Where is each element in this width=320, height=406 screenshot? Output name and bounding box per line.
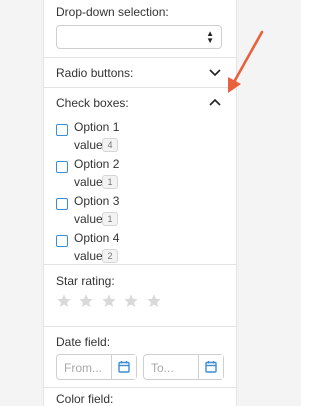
checkbox-option-value: value: [74, 175, 103, 189]
star-icon[interactable]: [56, 293, 72, 309]
date-to-placeholder: To...: [151, 361, 174, 375]
checkbox[interactable]: [56, 235, 68, 247]
checkbox[interactable]: [56, 198, 68, 210]
calendar-icon: [205, 361, 217, 373]
date-field-label: Date field:: [56, 335, 111, 349]
checkbox-option-value: value: [74, 138, 103, 152]
count-badge: 4: [102, 138, 118, 152]
star-icon[interactable]: [123, 293, 139, 309]
checkbox-option-2[interactable]: Option 2 value 1: [56, 157, 206, 193]
checkbox-label: Check boxes:: [56, 96, 129, 110]
dropdown-section: Drop-down selection: ▲ ▼: [44, 0, 236, 58]
checkbox-option-label: Option 4: [74, 231, 120, 245]
dropdown-label: Drop-down selection:: [56, 5, 169, 19]
checkbox-option-value: value: [74, 212, 103, 226]
checkbox-option-label: Option 3: [74, 194, 120, 208]
calendar-icon: [118, 361, 130, 373]
dropdown-select[interactable]: ▲ ▼: [56, 25, 222, 49]
chevron-up-icon[interactable]: [208, 97, 222, 107]
count-badge: 1: [102, 175, 118, 189]
star-rating-widget: [56, 293, 164, 311]
calendar-from-button[interactable]: [111, 355, 136, 379]
count-badge: 1: [102, 212, 118, 226]
checkbox-option-1[interactable]: Option 1 value 4: [56, 120, 206, 156]
star-rating-label: Star rating:: [56, 274, 115, 288]
date-from-input[interactable]: From...: [56, 354, 137, 380]
calendar-to-button[interactable]: [198, 355, 223, 379]
filter-panel: Drop-down selection: ▲ ▼ Radio buttons: C…: [44, 0, 236, 406]
radio-label: Radio buttons:: [56, 66, 134, 80]
checkbox-option-value: value: [74, 249, 103, 263]
right-gutter: [236, 0, 301, 406]
radio-section[interactable]: Radio buttons:: [44, 57, 236, 88]
checkbox-option-4[interactable]: Option 4 value 2: [56, 231, 206, 267]
chevron-down-icon[interactable]: [208, 68, 222, 78]
date-from-placeholder: From...: [64, 361, 102, 375]
sort-arrows-icon: ▲ ▼: [206, 29, 214, 45]
color-field-label: Color field:: [56, 392, 114, 406]
checkbox-section: Check boxes: Option 1 value 4 Option 2 v…: [44, 87, 236, 265]
count-badge: 2: [102, 249, 118, 263]
date-to-input[interactable]: To...: [143, 354, 224, 380]
star-icon[interactable]: [146, 293, 162, 309]
checkbox-option-3[interactable]: Option 3 value 1: [56, 194, 206, 230]
left-gutter: [0, 0, 44, 406]
checkbox-option-label: Option 1: [74, 120, 120, 134]
checkbox[interactable]: [56, 124, 68, 136]
checkbox-option-label: Option 2: [74, 157, 120, 171]
star-icon[interactable]: [78, 293, 94, 309]
checkbox[interactable]: [56, 161, 68, 173]
star-icon[interactable]: [101, 293, 117, 309]
